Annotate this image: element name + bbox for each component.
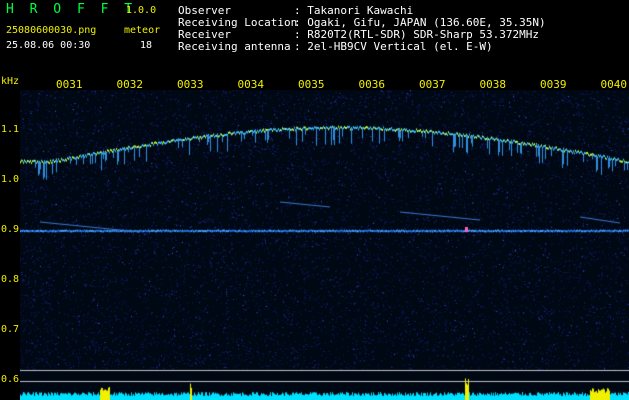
y-tick-label: 1.0: [1, 174, 20, 185]
meteor-label: meteor: [124, 25, 161, 36]
antenna-value: : 2el-HB9CV Vertical (el. E-W): [294, 40, 493, 53]
hrofft-window: H R O F F T 1.0.0 25080600030.png meteor…: [0, 0, 629, 400]
antenna-label: Receiving antenna: [178, 40, 291, 53]
file-name: 25080600030.png: [6, 25, 97, 36]
y-tick-label: 0.8: [1, 274, 20, 285]
app-title: H R O F F T: [6, 2, 137, 17]
y-tick-label: 1.1: [1, 124, 20, 135]
y-tick-label: 0.9: [1, 224, 20, 235]
app-version: 1.0.0: [126, 5, 157, 16]
capture-datetime: 25.08.06 00:30: [6, 40, 91, 51]
meteor-count: 18: [140, 40, 153, 51]
y-tick-label: 0.7: [1, 324, 20, 335]
y-axis-unit: kHz: [1, 76, 20, 87]
y-tick-label: 0.6: [1, 374, 20, 385]
spectrogram-canvas[interactable]: [20, 90, 629, 400]
